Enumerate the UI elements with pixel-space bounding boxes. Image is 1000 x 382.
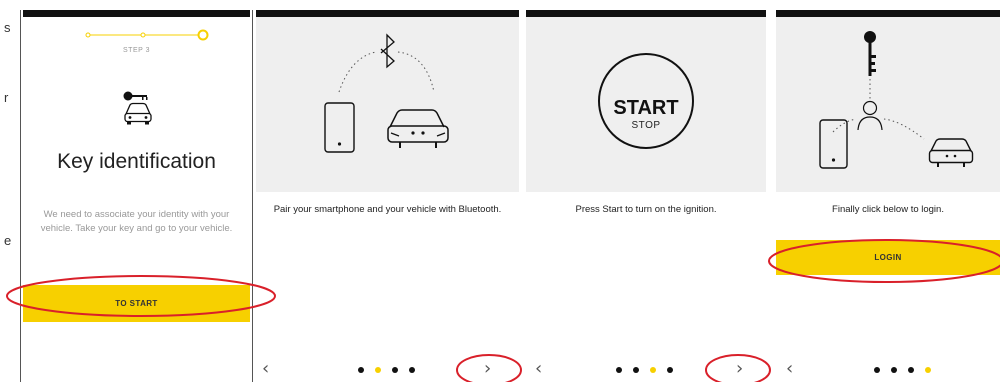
next-arrow[interactable]: › <box>736 358 743 379</box>
start-label: START <box>613 97 679 119</box>
divider <box>252 10 253 382</box>
page-dot <box>392 367 398 373</box>
prev-arrow[interactable]: ‹ <box>535 358 542 379</box>
page-dot <box>667 367 673 373</box>
next-arrow[interactable]: › <box>484 358 491 379</box>
car-front-icon <box>387 109 449 148</box>
page-dot <box>908 367 914 373</box>
person-icon <box>857 100 883 131</box>
edge-char: s <box>4 20 11 35</box>
status-bar <box>776 10 1000 17</box>
screen-pair-bluetooth: Pair your smartphone and your vehicle wi… <box>256 10 519 382</box>
edge-char: r <box>4 90 9 105</box>
page-dot-active <box>650 367 656 373</box>
illustration-area <box>776 17 1000 192</box>
status-bar <box>23 10 250 17</box>
step-label: STEP 3 <box>123 47 150 54</box>
to-start-button-label: TO START <box>115 299 158 308</box>
bluetooth-icon <box>380 33 395 69</box>
status-bar <box>256 10 519 17</box>
screen-key-identification: STEP 3 Key identification We need to ass… <box>23 10 250 382</box>
key-icon <box>864 31 876 76</box>
illustration-area: START STOP <box>526 17 766 192</box>
prev-arrow[interactable]: ‹ <box>262 358 269 379</box>
page-dot <box>409 367 415 373</box>
screen-login: Finally click below to login. LOGIN ‹ <box>776 10 1000 382</box>
page-dot <box>891 367 897 373</box>
car-front-icon <box>928 138 974 167</box>
instruction-text: Pair your smartphone and your vehicle wi… <box>273 204 502 215</box>
key-icon <box>123 91 148 101</box>
to-start-button[interactable]: TO START <box>23 285 250 322</box>
screen-press-start: START STOP Press Start to turn on the ig… <box>526 10 766 382</box>
page-dot-active <box>375 367 381 373</box>
login-button-label: LOGIN <box>874 253 902 262</box>
instruction-text: Finally click below to login. <box>832 204 944 215</box>
description-text: We need to associate your identity with … <box>40 209 233 234</box>
step-progress <box>85 29 209 41</box>
pagination-dots <box>616 367 673 373</box>
car-front-icon <box>124 102 152 125</box>
illustration-area <box>256 17 519 192</box>
edge-char: e <box>4 233 12 248</box>
divider <box>20 10 21 382</box>
smartphone-icon <box>324 102 355 153</box>
page-dot <box>616 367 622 373</box>
pagination-dots <box>874 367 931 373</box>
status-bar <box>526 10 766 17</box>
page-dot <box>874 367 880 373</box>
prev-arrow[interactable]: ‹ <box>786 358 793 379</box>
page-dot-active <box>925 367 931 373</box>
page-dot <box>633 367 639 373</box>
pagination-dots <box>358 367 415 373</box>
instruction-text: Press Start to turn on the ignition. <box>575 204 717 215</box>
smartphone-icon <box>819 119 848 169</box>
login-button[interactable]: LOGIN <box>776 240 1000 275</box>
page-dot <box>358 367 364 373</box>
page-title: Key identification <box>57 150 216 173</box>
stop-label: STOP <box>631 120 661 131</box>
